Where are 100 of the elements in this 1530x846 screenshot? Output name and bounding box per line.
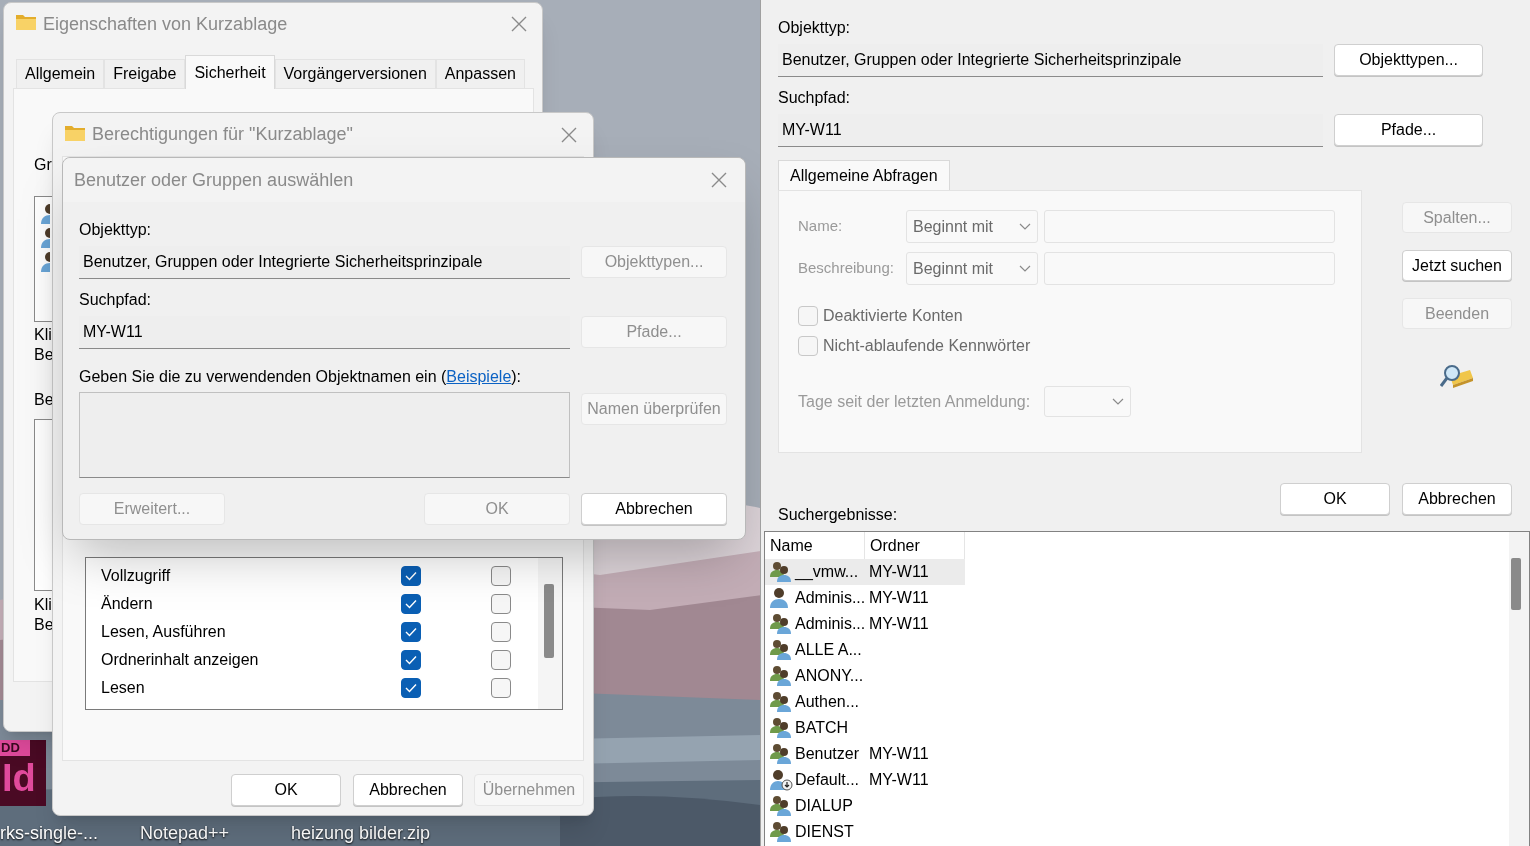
- person-icon: [40, 251, 50, 273]
- group-icon: [769, 665, 793, 687]
- window-title: Eigenschaften von Kurzablage: [43, 13, 288, 36]
- result-row[interactable]: BATCH: [765, 715, 965, 741]
- result-row[interactable]: DIALUP: [765, 793, 965, 819]
- result-row[interactable]: Authen...: [765, 689, 965, 715]
- operator-dropdown[interactable]: Beginnt mit: [906, 210, 1038, 243]
- desktop-icon-label[interactable]: Notepad++: [140, 820, 230, 846]
- permission-name: Lesen, Ausführen: [101, 622, 226, 642]
- close-icon[interactable]: [711, 172, 727, 188]
- hint-text: Kli: [34, 325, 52, 345]
- person-arrow-icon: [769, 769, 793, 791]
- group-icon: [769, 691, 793, 713]
- operator-dropdown[interactable]: Beginnt mit: [906, 252, 1038, 285]
- result-name: ANONY...: [795, 666, 865, 686]
- folder-icon: [15, 13, 37, 31]
- check-icon: [405, 571, 417, 581]
- tab[interactable]: Allgemein: [16, 59, 105, 89]
- dialog-button[interactable]: OK: [1280, 483, 1390, 515]
- permission-name: Lesen: [101, 678, 145, 698]
- result-name: ALLE A...: [795, 640, 863, 660]
- group-icon: [769, 795, 793, 817]
- tab[interactable]: Vorgängerversionen: [274, 59, 436, 89]
- checkbox[interactable]: [401, 650, 421, 670]
- checkbox[interactable]: [491, 678, 511, 698]
- dialog-button[interactable]: Abbrechen: [353, 774, 463, 806]
- dialog-button[interactable]: Abbrechen: [1402, 483, 1512, 515]
- field-label: Suchpfad:: [778, 88, 852, 108]
- field-label: Tage seit der letzten Anmeldung:: [798, 391, 1030, 412]
- results-label: Suchergebnisse:: [778, 505, 899, 525]
- paths-button[interactable]: Pfade...: [1334, 114, 1483, 146]
- group-icon: [769, 821, 793, 843]
- result-folder: MY-W11: [869, 744, 929, 764]
- names-prompt: Geben Sie die zu verwendenden Objektnamen ein (Beispiele):: [79, 367, 523, 387]
- checkbox[interactable]: [401, 566, 421, 586]
- checkbox-label: Deaktivierte Konten: [823, 306, 963, 326]
- tab[interactable]: Anpassen: [435, 59, 525, 89]
- permission-name: Ändern: [101, 594, 153, 614]
- window-title: Benutzer oder Gruppen auswählen: [74, 168, 354, 192]
- file-badge: DD: [0, 740, 30, 756]
- tab[interactable]: Sicherheit: [185, 55, 275, 89]
- result-row[interactable]: Adminis... MY-W11: [765, 585, 965, 611]
- permission-name: Ordnerinhalt anzeigen: [101, 650, 259, 670]
- chevron-icon: [1112, 398, 1124, 405]
- tab[interactable]: Allgemeine Abfragen: [778, 160, 950, 190]
- result-row[interactable]: Adminis... MY-W11: [765, 611, 965, 637]
- group-icon: [769, 743, 793, 765]
- checkbox-label: Nicht-ablaufende Kennwörter: [823, 336, 1031, 356]
- hint-text: Be: [34, 345, 54, 365]
- examples-link[interactable]: Beispiele: [446, 368, 512, 385]
- check-icon: [405, 655, 417, 665]
- close-icon[interactable]: [561, 127, 577, 143]
- result-name: Default...: [795, 770, 861, 790]
- checkbox[interactable]: [401, 678, 421, 698]
- result-name: Adminis...: [795, 588, 867, 608]
- dialog-button[interactable]: Abbrechen: [581, 493, 727, 525]
- checkbox[interactable]: [401, 622, 421, 642]
- field-label: Objekttyp:: [778, 18, 852, 38]
- tab[interactable]: Freigabe: [104, 59, 186, 89]
- result-row[interactable]: ANONY...: [765, 663, 965, 689]
- window-title: Berechtigungen für "Kurzablage": [92, 123, 353, 146]
- dialog-button[interactable]: OK: [231, 774, 341, 806]
- desktop-icon-label[interactable]: rks-single-...: [0, 820, 98, 846]
- field-label: Suchpfad:: [79, 290, 153, 310]
- chevron-icon: [1019, 265, 1031, 272]
- result-folder: MY-W11: [869, 770, 929, 790]
- scrollbar-thumb[interactable]: [544, 584, 554, 658]
- scrollbar-thumb[interactable]: [1511, 558, 1521, 610]
- result-name: Authen...: [795, 692, 861, 712]
- permissions-label: Be: [34, 390, 54, 410]
- result-name: Benutzer: [795, 744, 861, 764]
- names-input[interactable]: [79, 392, 570, 478]
- result-row[interactable]: ALLE A...: [765, 637, 965, 663]
- person-icon: [40, 227, 50, 249]
- result-name: DIENST: [795, 822, 855, 842]
- result-row[interactable]: __vmw... MY-W11: [765, 559, 965, 585]
- result-row[interactable]: Benutzer MY-W11: [765, 741, 965, 767]
- side-button[interactable]: Jetzt suchen: [1402, 250, 1512, 281]
- result-folder: MY-W11: [869, 614, 929, 634]
- person-icon: [769, 587, 789, 609]
- field-label: Objekttyp:: [79, 220, 153, 240]
- result-row[interactable]: DIENST: [765, 819, 965, 845]
- object-types-button[interactable]: Objekttypen...: [1334, 44, 1483, 76]
- file-glyph: Id: [1, 756, 37, 800]
- close-icon[interactable]: [511, 16, 527, 32]
- checkbox[interactable]: [401, 594, 421, 614]
- checkbox[interactable]: [491, 594, 511, 614]
- checkbox[interactable]: [491, 650, 511, 670]
- check-icon: [405, 627, 417, 637]
- hint-text: Kli: [34, 595, 52, 615]
- field-label: Beschreibung:: [798, 258, 895, 279]
- checkbox[interactable]: [491, 566, 511, 586]
- result-name: __vmw...: [795, 562, 860, 582]
- desktop-icon-label[interactable]: heizung bilder.zip: [291, 820, 431, 846]
- result-row[interactable]: Default... MY-W11: [765, 767, 965, 793]
- permission-name: Vollzugriff: [101, 566, 171, 586]
- result-folder: MY-W11: [869, 562, 929, 582]
- group-icon: [769, 613, 793, 635]
- document-icon[interactable]: DD Id: [0, 740, 46, 806]
- checkbox[interactable]: [491, 622, 511, 642]
